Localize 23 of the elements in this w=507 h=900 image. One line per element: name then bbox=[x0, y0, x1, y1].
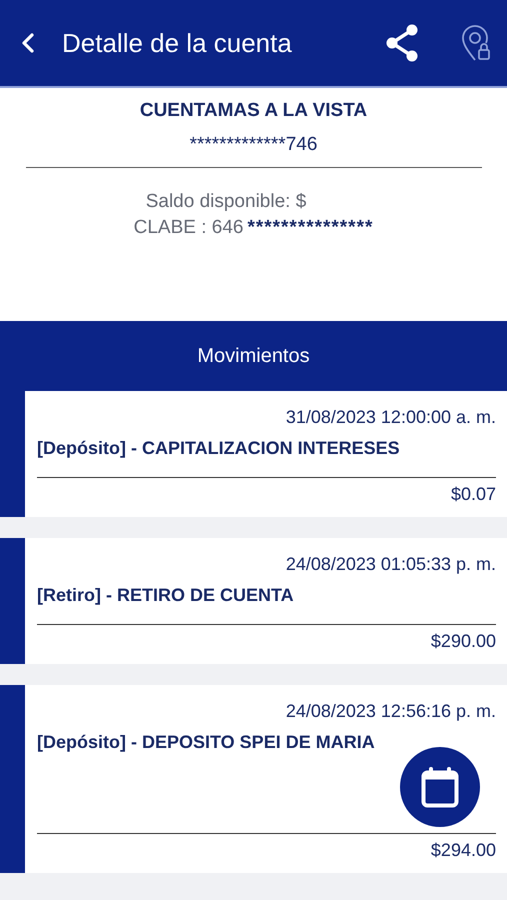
movement-amount: $290.00 bbox=[430, 631, 496, 652]
movement-description: [Depósito] - DEPOSITO SPEI DE MARIA bbox=[37, 732, 376, 753]
location-lock-icon[interactable] bbox=[461, 24, 491, 62]
clabe-label: CLABE : 646 bbox=[134, 217, 244, 239]
movement-date: 31/08/2023 12:00:00 a. m. bbox=[284, 407, 496, 428]
movement-card[interactable]: 24/08/2023 12:56:16 p. m. [Depósito] - DEPOSITO SPEI DE MARIA $294.00 bbox=[0, 685, 507, 873]
screen-title: Detalle de la cuenta bbox=[62, 28, 293, 58]
account-name: CUENTAMAS A LA VISTA bbox=[140, 100, 368, 122]
movement-description: [Depósito] - CAPITALIZACION INTERESES bbox=[37, 438, 401, 459]
back-icon[interactable] bbox=[20, 32, 36, 54]
movement-amount: $294.00 bbox=[430, 840, 496, 861]
movement-card[interactable]: 31/08/2023 12:00:00 a. m. [Depósito] - CAPITALIZACION INTERESES $0.07 bbox=[0, 391, 507, 517]
movement-amount: $0.07 bbox=[450, 484, 496, 505]
section-title: Movimientos bbox=[197, 344, 310, 368]
balance-label: Saldo disponible: $ bbox=[146, 191, 306, 213]
account-number: *************746 bbox=[190, 134, 318, 156]
calendar-icon bbox=[421, 766, 459, 808]
movement-date: 24/08/2023 12:56:16 p. m. bbox=[284, 701, 496, 722]
movement-card[interactable]: 24/08/2023 01:05:33 p. m. [Retiro] - RETIRO DE CUENTA $290.00 bbox=[0, 538, 507, 664]
movement-date: 24/08/2023 01:05:33 p. m. bbox=[284, 554, 496, 575]
movement-description: [Retiro] - RETIRO DE CUENTA bbox=[37, 585, 295, 606]
clabe-value: *************** bbox=[247, 217, 374, 239]
share-icon[interactable] bbox=[385, 24, 419, 62]
